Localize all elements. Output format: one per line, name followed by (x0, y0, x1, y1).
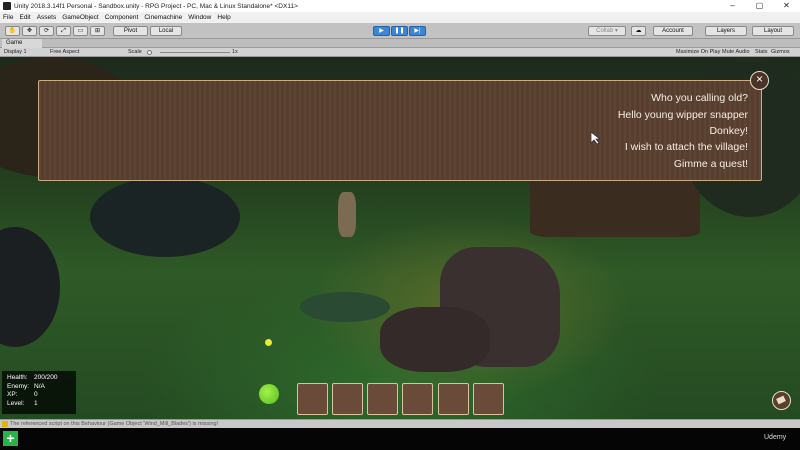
transform-tool-icon[interactable]: ⊞ (90, 26, 105, 36)
hotbar-slot[interactable] (473, 383, 504, 415)
maximize-button[interactable]: ▢ (746, 0, 773, 12)
menu-edit[interactable]: Edit (19, 14, 30, 21)
maximize-on-play-toggle[interactable]: Maximize On Play (676, 49, 720, 55)
health-orb-icon (259, 384, 279, 404)
aspect-dropdown[interactable]: Free Aspect (50, 49, 79, 55)
level-label: Level: (7, 399, 25, 407)
step-icon[interactable]: ▶| (409, 26, 426, 36)
plus-icon[interactable]: + (3, 431, 18, 446)
menu-bar: File Edit Assets GameObject Component Ci… (0, 12, 800, 23)
menu-component[interactable]: Component (105, 14, 139, 21)
dialogue-panel: Who you calling old? Hello young wipper … (38, 80, 762, 181)
fence-shape (530, 177, 700, 237)
unity-logo-icon (3, 2, 11, 10)
mute-audio-toggle[interactable]: Mute Audio (722, 49, 750, 55)
menu-gameobject[interactable]: GameObject (62, 14, 99, 21)
warning-icon (2, 421, 8, 427)
close-window-button[interactable]: ✕ (773, 0, 800, 12)
mouse-cursor-icon (590, 131, 602, 145)
pickup-marker (265, 339, 272, 346)
xp-label: XP: (7, 391, 18, 398)
video-overlay-bar: + Udemy (0, 428, 800, 450)
hotbar-slot[interactable] (438, 383, 469, 415)
collab-dropdown[interactable]: Collab ▾ (588, 26, 626, 36)
health-value: 200/200 (34, 374, 58, 381)
player-character (338, 192, 356, 237)
rotate-tool-icon[interactable]: ⟳ (39, 26, 54, 36)
scale-slider[interactable] (160, 52, 230, 53)
stats-panel: Health: 200/200 Enemy: N/A XP: 0 Level: 1 (2, 371, 76, 414)
scale-slider-handle[interactable] (147, 50, 152, 55)
quest-scroll-button[interactable] (772, 391, 791, 410)
gizmos-dropdown[interactable]: Gizmos (771, 49, 790, 55)
shrub-shape (300, 292, 390, 322)
scale-label: Scale (128, 49, 142, 55)
scale-value: 1x (232, 49, 238, 55)
enemy-label: Enemy: (7, 382, 30, 390)
dialogue-option[interactable]: Who you calling old? (651, 92, 748, 104)
display-dropdown[interactable]: Display 1 (4, 49, 27, 55)
layers-dropdown[interactable]: Layers (705, 26, 747, 36)
enemy-value: N/A (34, 382, 45, 390)
menu-cinemachine[interactable]: Cinemachine (144, 14, 182, 21)
udemy-logo: Udemy (764, 434, 787, 441)
dialogue-option[interactable]: I wish to attach the village! (625, 141, 748, 153)
tab-game[interactable]: Game (2, 39, 42, 48)
dark-bush-shape (90, 177, 240, 257)
level-value: 1 (34, 399, 38, 407)
game-tab-strip: Game (0, 39, 800, 48)
window-title-bar: Unity 2018.3.14f1 Personal - Sandbox.uni… (0, 0, 800, 12)
hotbar-slot[interactable] (332, 383, 363, 415)
health-label: Health: (7, 374, 28, 381)
toolbar: ✋ ✥ ⟳ ⤢ ▭ ⊞ Pivot Local ▶ ❚❚ ▶| Collab ▾… (0, 23, 800, 39)
window-title: Unity 2018.3.14f1 Personal - Sandbox.uni… (14, 2, 298, 10)
xp-value: 0 (34, 391, 38, 398)
console-status-bar[interactable]: The referenced script on this Behaviour … (0, 419, 800, 428)
dialogue-option[interactable]: Gimme a quest! (674, 158, 748, 170)
hotbar-slot[interactable] (367, 383, 398, 415)
game-view-toolbar: Display 1 Free Aspect Scale 1x Maximize … (0, 48, 800, 57)
cloud-icon[interactable]: ☁ (631, 26, 646, 36)
menu-file[interactable]: File (3, 14, 13, 21)
menu-window[interactable]: Window (188, 14, 211, 21)
console-message: The referenced script on this Behaviour … (10, 421, 219, 427)
scroll-icon (776, 395, 786, 405)
dialogue-option[interactable]: Hello young wipper snapper (618, 109, 748, 121)
boulder-small-shape (380, 307, 490, 372)
rock-left-shape (0, 227, 60, 347)
menu-assets[interactable]: Assets (37, 14, 57, 21)
scale-tool-icon[interactable]: ⤢ (56, 26, 71, 36)
hotbar-slot[interactable] (297, 383, 328, 415)
dialogue-option[interactable]: Donkey! (709, 125, 748, 137)
pause-icon[interactable]: ❚❚ (391, 26, 408, 36)
rect-tool-icon[interactable]: ▭ (73, 26, 88, 36)
move-tool-icon[interactable]: ✥ (22, 26, 37, 36)
account-dropdown[interactable]: Account (653, 26, 693, 36)
stats-toggle[interactable]: Stats (755, 49, 768, 55)
hotbar-slot[interactable] (402, 383, 433, 415)
minimize-button[interactable]: – (719, 0, 746, 12)
local-toggle[interactable]: Local (150, 26, 182, 36)
menu-help[interactable]: Help (217, 14, 230, 21)
pivot-toggle[interactable]: Pivot (113, 26, 148, 36)
close-dialogue-button[interactable]: × (750, 71, 769, 90)
play-icon[interactable]: ▶ (373, 26, 390, 36)
layout-dropdown[interactable]: Layout (752, 26, 794, 36)
hand-tool-icon[interactable]: ✋ (5, 26, 20, 36)
